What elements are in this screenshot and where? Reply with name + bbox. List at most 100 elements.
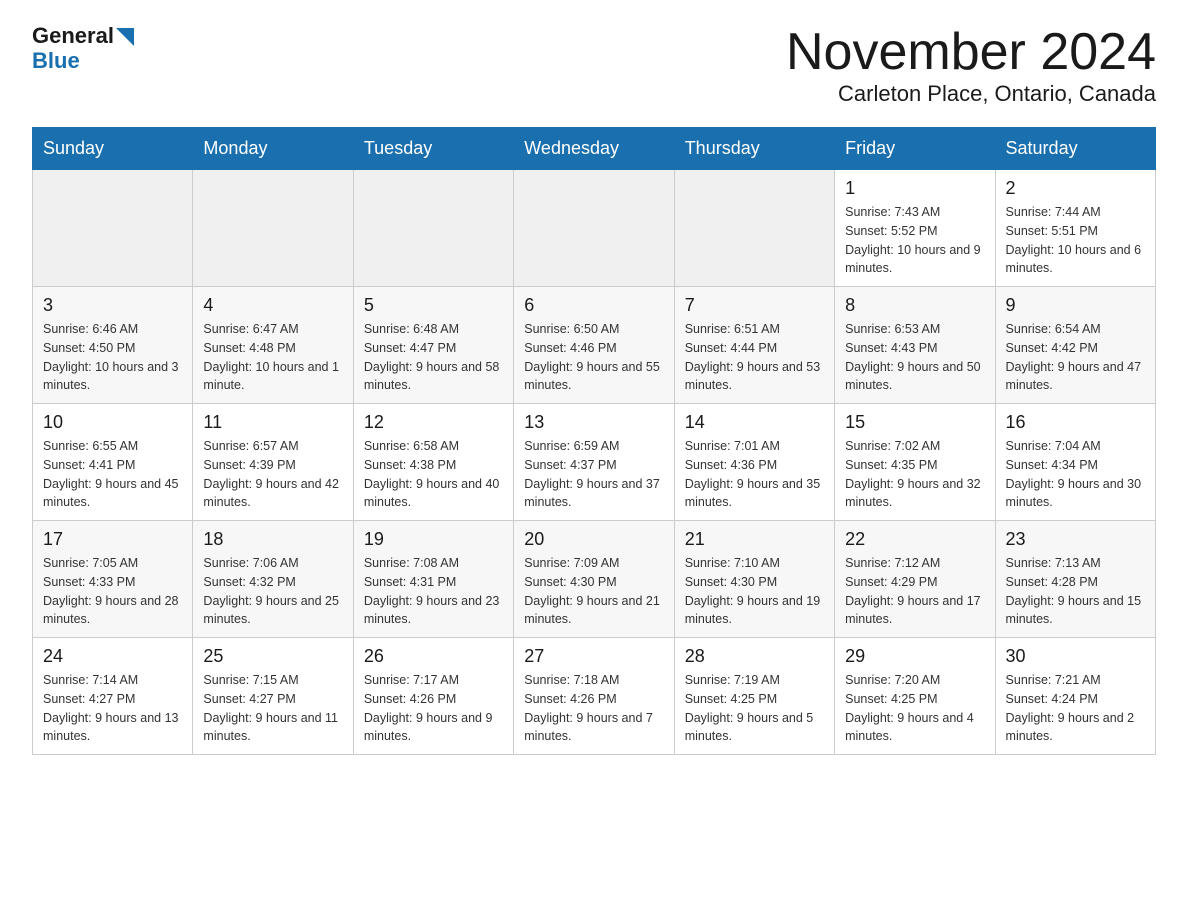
header-cell-monday: Monday xyxy=(193,128,353,170)
day-info: Sunrise: 7:21 AM Sunset: 4:24 PM Dayligh… xyxy=(1006,671,1145,746)
calendar-table: SundayMondayTuesdayWednesdayThursdayFrid… xyxy=(32,127,1156,755)
day-info: Sunrise: 6:53 AM Sunset: 4:43 PM Dayligh… xyxy=(845,320,984,395)
day-info: Sunrise: 7:17 AM Sunset: 4:26 PM Dayligh… xyxy=(364,671,503,746)
week-row-1: 3Sunrise: 6:46 AM Sunset: 4:50 PM Daylig… xyxy=(33,287,1156,404)
day-cell: 14 Sunrise: 7:01 AM Sunset: 4:36 PM Dayli… xyxy=(674,404,834,521)
day-cell: 15 Sunrise: 7:02 AM Sunset: 4:35 PM Dayli… xyxy=(835,404,995,521)
day-info: Sunrise: 6:59 AM Sunset: 4:37 PM Dayligh… xyxy=(524,437,663,512)
day-cell: 30 Sunrise: 7:21 AM Sunset: 4:24 PM Dayli… xyxy=(995,638,1155,755)
day-number: 6 xyxy=(524,295,663,316)
day-info: Sunrise: 7:02 AM Sunset: 4:35 PM Dayligh… xyxy=(845,437,984,512)
day-cell xyxy=(193,170,353,287)
logo-text-blue: Blue xyxy=(32,48,80,74)
day-number: 12 xyxy=(364,412,503,433)
day-number: 11 xyxy=(203,412,342,433)
day-info: Sunrise: 7:44 AM Sunset: 5:51 PM Dayligh… xyxy=(1006,203,1145,278)
day-number: 4 xyxy=(203,295,342,316)
day-cell: 2 Sunrise: 7:44 AM Sunset: 5:51 PM Daylig… xyxy=(995,170,1155,287)
day-number: 28 xyxy=(685,646,824,667)
day-number: 17 xyxy=(43,529,182,550)
day-info: Sunrise: 7:20 AM Sunset: 4:25 PM Dayligh… xyxy=(845,671,984,746)
day-info: Sunrise: 7:18 AM Sunset: 4:26 PM Dayligh… xyxy=(524,671,663,746)
day-info: Sunrise: 7:12 AM Sunset: 4:29 PM Dayligh… xyxy=(845,554,984,629)
logo-arrow-icon xyxy=(116,28,134,46)
title-block: November 2024 Carleton Place, Ontario, C… xyxy=(786,24,1156,107)
day-cell: 13 Sunrise: 6:59 AM Sunset: 4:37 PM Dayli… xyxy=(514,404,674,521)
day-info: Sunrise: 7:15 AM Sunset: 4:27 PM Dayligh… xyxy=(203,671,342,746)
day-number: 10 xyxy=(43,412,182,433)
day-info: Sunrise: 7:05 AM Sunset: 4:33 PM Dayligh… xyxy=(43,554,182,629)
day-cell: 21 Sunrise: 7:10 AM Sunset: 4:30 PM Dayli… xyxy=(674,521,834,638)
day-cell: 25Sunrise: 7:15 AM Sunset: 4:27 PM Dayli… xyxy=(193,638,353,755)
day-number: 15 xyxy=(845,412,984,433)
day-info: Sunrise: 7:14 AM Sunset: 4:27 PM Dayligh… xyxy=(43,671,182,746)
day-cell: 12Sunrise: 6:58 AM Sunset: 4:38 PM Dayli… xyxy=(353,404,513,521)
day-info: Sunrise: 7:13 AM Sunset: 4:28 PM Dayligh… xyxy=(1006,554,1145,629)
day-cell: 24Sunrise: 7:14 AM Sunset: 4:27 PM Dayli… xyxy=(33,638,193,755)
day-cell xyxy=(353,170,513,287)
day-number: 8 xyxy=(845,295,984,316)
week-row-3: 17 Sunrise: 7:05 AM Sunset: 4:33 PM Dayli… xyxy=(33,521,1156,638)
header-cell-friday: Friday xyxy=(835,128,995,170)
day-number: 27 xyxy=(524,646,663,667)
day-info: Sunrise: 6:48 AM Sunset: 4:47 PM Dayligh… xyxy=(364,320,503,395)
day-number: 18 xyxy=(203,529,342,550)
day-info: Sunrise: 6:57 AM Sunset: 4:39 PM Dayligh… xyxy=(203,437,342,512)
day-cell: 16 Sunrise: 7:04 AM Sunset: 4:34 PM Dayli… xyxy=(995,404,1155,521)
day-cell: 27 Sunrise: 7:18 AM Sunset: 4:26 PM Dayli… xyxy=(514,638,674,755)
header-cell-thursday: Thursday xyxy=(674,128,834,170)
header-cell-wednesday: Wednesday xyxy=(514,128,674,170)
day-cell: 17 Sunrise: 7:05 AM Sunset: 4:33 PM Dayli… xyxy=(33,521,193,638)
day-number: 2 xyxy=(1006,178,1145,199)
day-cell: 19 Sunrise: 7:08 AM Sunset: 4:31 PM Dayli… xyxy=(353,521,513,638)
day-cell: 29 Sunrise: 7:20 AM Sunset: 4:25 PM Dayli… xyxy=(835,638,995,755)
day-number: 19 xyxy=(364,529,503,550)
day-cell: 7 Sunrise: 6:51 AM Sunset: 4:44 PM Daylig… xyxy=(674,287,834,404)
day-info: Sunrise: 7:43 AM Sunset: 5:52 PM Dayligh… xyxy=(845,203,984,278)
day-info: Sunrise: 7:04 AM Sunset: 4:34 PM Dayligh… xyxy=(1006,437,1145,512)
day-number: 26 xyxy=(364,646,503,667)
day-number: 5 xyxy=(364,295,503,316)
day-info: Sunrise: 6:54 AM Sunset: 4:42 PM Dayligh… xyxy=(1006,320,1145,395)
day-number: 30 xyxy=(1006,646,1145,667)
header-cell-sunday: Sunday xyxy=(33,128,193,170)
header-cell-tuesday: Tuesday xyxy=(353,128,513,170)
day-cell: 18 Sunrise: 7:06 AM Sunset: 4:32 PM Dayli… xyxy=(193,521,353,638)
day-cell: 1 Sunrise: 7:43 AM Sunset: 5:52 PM Daylig… xyxy=(835,170,995,287)
logo: General Blue xyxy=(32,24,134,74)
day-cell: 6 Sunrise: 6:50 AM Sunset: 4:46 PM Daylig… xyxy=(514,287,674,404)
day-cell xyxy=(514,170,674,287)
day-info: Sunrise: 7:01 AM Sunset: 4:36 PM Dayligh… xyxy=(685,437,824,512)
day-number: 1 xyxy=(845,178,984,199)
day-info: Sunrise: 6:50 AM Sunset: 4:46 PM Dayligh… xyxy=(524,320,663,395)
header-cell-saturday: Saturday xyxy=(995,128,1155,170)
day-cell: 22 Sunrise: 7:12 AM Sunset: 4:29 PM Dayli… xyxy=(835,521,995,638)
header-row: SundayMondayTuesdayWednesdayThursdayFrid… xyxy=(33,128,1156,170)
day-info: Sunrise: 7:09 AM Sunset: 4:30 PM Dayligh… xyxy=(524,554,663,629)
day-number: 21 xyxy=(685,529,824,550)
day-info: Sunrise: 7:06 AM Sunset: 4:32 PM Dayligh… xyxy=(203,554,342,629)
day-number: 13 xyxy=(524,412,663,433)
week-row-4: 24Sunrise: 7:14 AM Sunset: 4:27 PM Dayli… xyxy=(33,638,1156,755)
day-cell: 3Sunrise: 6:46 AM Sunset: 4:50 PM Daylig… xyxy=(33,287,193,404)
day-cell: 23Sunrise: 7:13 AM Sunset: 4:28 PM Dayli… xyxy=(995,521,1155,638)
day-info: Sunrise: 7:10 AM Sunset: 4:30 PM Dayligh… xyxy=(685,554,824,629)
calendar-subtitle: Carleton Place, Ontario, Canada xyxy=(786,81,1156,107)
day-info: Sunrise: 6:51 AM Sunset: 4:44 PM Dayligh… xyxy=(685,320,824,395)
day-info: Sunrise: 6:55 AM Sunset: 4:41 PM Dayligh… xyxy=(43,437,182,512)
day-number: 3 xyxy=(43,295,182,316)
day-number: 16 xyxy=(1006,412,1145,433)
day-number: 14 xyxy=(685,412,824,433)
day-info: Sunrise: 6:47 AM Sunset: 4:48 PM Dayligh… xyxy=(203,320,342,395)
day-number: 22 xyxy=(845,529,984,550)
day-info: Sunrise: 7:08 AM Sunset: 4:31 PM Dayligh… xyxy=(364,554,503,629)
day-number: 7 xyxy=(685,295,824,316)
day-cell: 10 Sunrise: 6:55 AM Sunset: 4:41 PM Dayli… xyxy=(33,404,193,521)
page-header: General Blue November 2024 Carleton Plac… xyxy=(32,24,1156,107)
calendar-body: 1 Sunrise: 7:43 AM Sunset: 5:52 PM Daylig… xyxy=(33,170,1156,755)
day-number: 29 xyxy=(845,646,984,667)
day-cell: 26 Sunrise: 7:17 AM Sunset: 4:26 PM Dayli… xyxy=(353,638,513,755)
calendar-header: SundayMondayTuesdayWednesdayThursdayFrid… xyxy=(33,128,1156,170)
day-cell: 9Sunrise: 6:54 AM Sunset: 4:42 PM Daylig… xyxy=(995,287,1155,404)
day-cell: 28Sunrise: 7:19 AM Sunset: 4:25 PM Dayli… xyxy=(674,638,834,755)
